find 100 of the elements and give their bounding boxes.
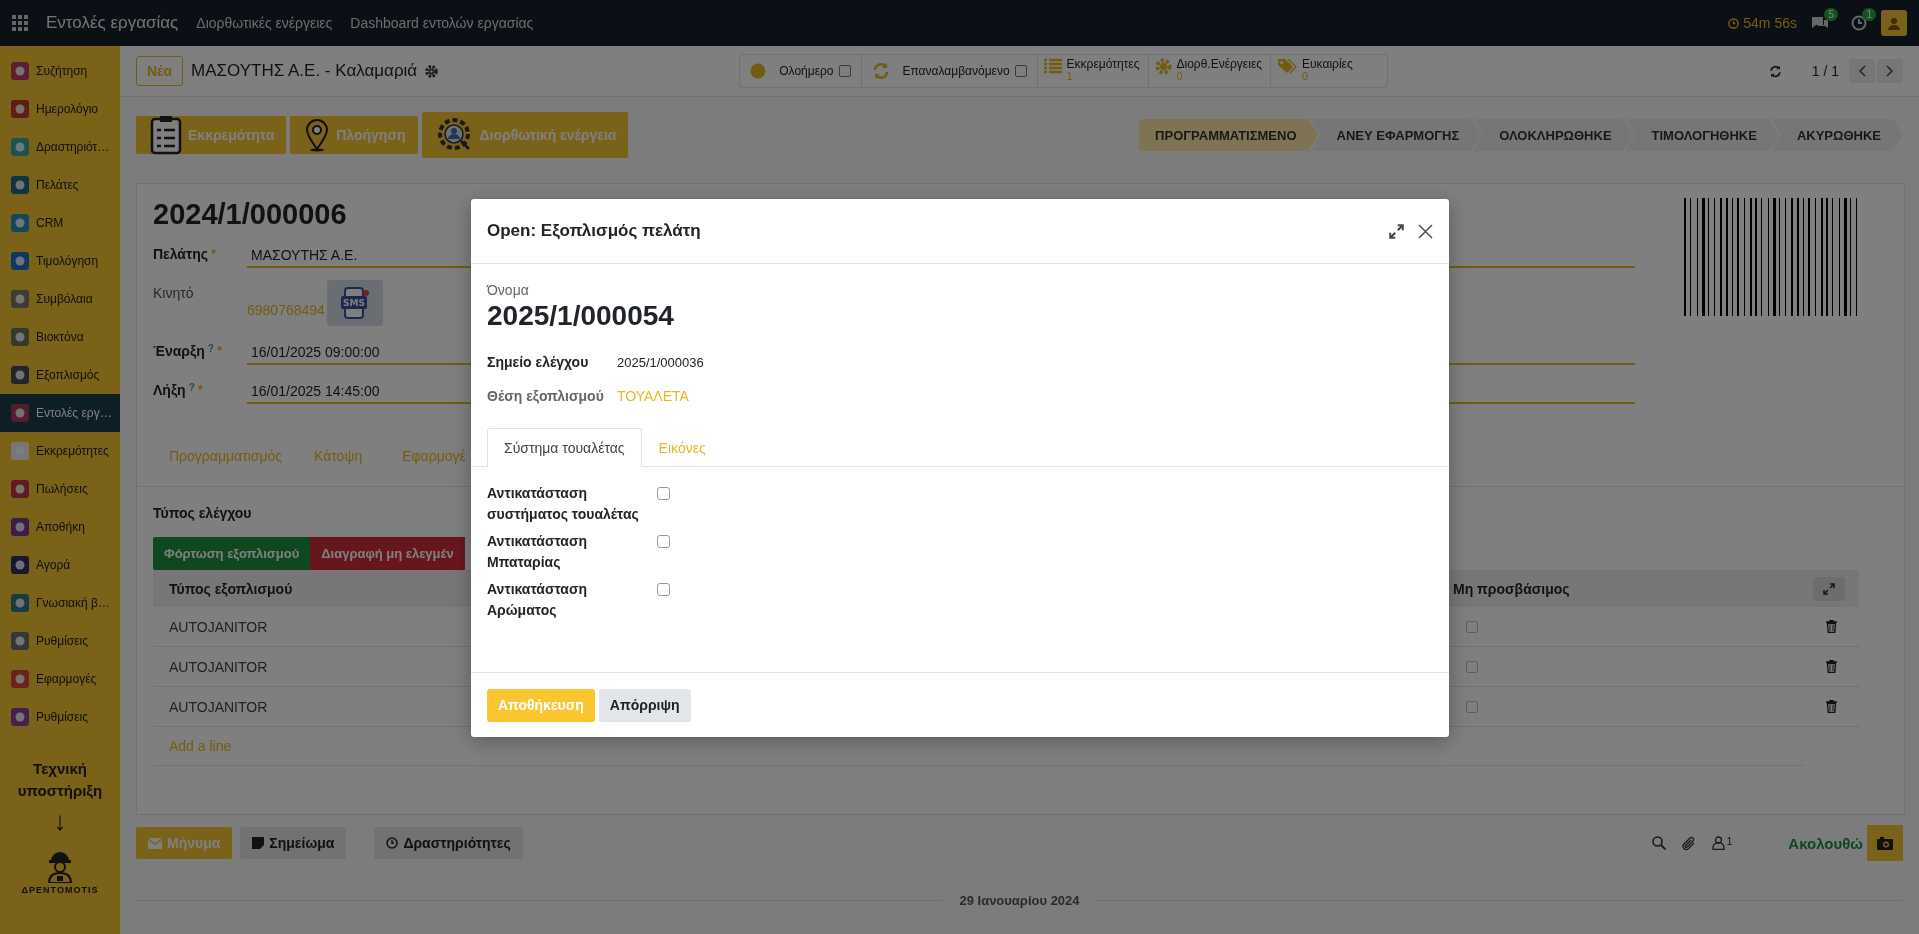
table-cell: AUTOJANITOR xyxy=(169,698,268,715)
apps-menu-icon[interactable] xyxy=(12,15,28,31)
sidebar-item[interactable]: Πωλήσεις xyxy=(0,470,120,508)
chat-icon[interactable] xyxy=(1811,15,1829,31)
envelope-icon xyxy=(148,837,162,849)
camera-button[interactable] xyxy=(1867,825,1903,861)
sidebar-item[interactable]: Συμβόλαια xyxy=(0,280,120,318)
settings-icon[interactable] xyxy=(425,64,439,78)
checkbox[interactable] xyxy=(657,487,670,500)
expand-button[interactable] xyxy=(1813,576,1845,601)
stat-button[interactable]: Εκκρεμότητες 1 xyxy=(1037,55,1149,87)
trash-icon[interactable] xyxy=(1826,660,1837,673)
circle-icon xyxy=(750,63,767,79)
field-label: Θέση εξοπλισμού xyxy=(487,388,605,404)
field-link[interactable]: ΤΟΥΑΛΕΤΑ xyxy=(617,388,689,404)
discard-button[interactable]: Απόρριψη xyxy=(598,688,691,722)
help-mark[interactable]: ? xyxy=(188,382,195,393)
sidebar-item[interactable]: Ρυθμίσεις xyxy=(0,622,120,660)
checkbox[interactable] xyxy=(657,583,670,596)
menu-link[interactable]: Διορθωτικές ενέργειες xyxy=(196,15,333,31)
app-title[interactable]: Εντολές εργασίας xyxy=(46,13,179,33)
app-icon xyxy=(10,441,30,461)
paperclip-icon[interactable] xyxy=(1681,835,1696,851)
field-label: Πελάτης xyxy=(153,246,209,262)
sms-phone-icon xyxy=(340,287,369,319)
app-icon xyxy=(10,707,30,727)
next-button[interactable] xyxy=(1877,59,1903,83)
app-icon xyxy=(10,99,30,119)
close-icon[interactable] xyxy=(1418,223,1433,239)
sidebar-item[interactable]: Γνωσιακή β… xyxy=(0,584,120,622)
checkbox[interactable] xyxy=(838,65,851,77)
message-count-badge: 5 xyxy=(1824,8,1838,21)
status-stage[interactable]: ΑΚΥΡΩΘΗΚΕ xyxy=(1770,119,1903,151)
menu-link[interactable]: Dashboard εντολών εργασίας xyxy=(350,15,534,31)
clock-icon[interactable] xyxy=(1851,15,1867,31)
list-icon xyxy=(1043,58,1062,74)
app-icon xyxy=(10,327,30,347)
sidebar-item[interactable]: Συζήτηση xyxy=(0,52,120,90)
status-stage[interactable]: ΑΝΕΥ ΕΦΑΡΜΟΓΗΣ xyxy=(1310,119,1482,151)
app-icon xyxy=(10,517,30,537)
toggle-stat-button[interactable]: Ολοήμερο xyxy=(740,55,862,87)
sidebar-item[interactable]: Εξοπλισμός xyxy=(0,356,120,394)
stat-button[interactable]: Ευκαιρίες 0 xyxy=(1271,55,1387,87)
field-label: Όνομα xyxy=(487,282,530,298)
chatter-button[interactable]: Σημείωμα xyxy=(240,827,347,859)
column-header[interactable]: Μη προσβάσιμος xyxy=(1453,580,1813,597)
status-stage[interactable]: ΟΛΟΚΛΗΡΩΘΗΚΕ xyxy=(1473,119,1634,151)
status-stage[interactable]: ΤΙΜΟΛΟΓΗΘΗΚΕ xyxy=(1625,119,1779,151)
field-value: 2025/1/000036 xyxy=(617,354,704,370)
sidebar-item[interactable]: Εκκρεμότητες xyxy=(0,432,120,470)
sidebar-item[interactable]: Αποθήκη xyxy=(0,508,120,546)
sidebar-item[interactable]: Εντολές εργ… xyxy=(0,394,120,432)
sidebar-item[interactable]: Τιμολόγηση xyxy=(0,242,120,280)
refresh-icon xyxy=(871,62,890,80)
required-mark: * xyxy=(216,343,222,358)
app-icon xyxy=(10,175,30,195)
status-stage[interactable]: ΠΡΟΓΡΑΜΜΑΤΙΣΜΕΝΟ xyxy=(1139,119,1319,151)
trash-icon[interactable] xyxy=(1826,700,1837,713)
dialog-tab[interactable]: Εικόνες xyxy=(641,428,723,467)
sidebar-item[interactable]: Δραστηριότ… xyxy=(0,128,120,166)
checkbox[interactable] xyxy=(1466,660,1478,673)
column-header[interactable]: Τύπος εξοπλισμού xyxy=(169,580,293,597)
map-pin-icon xyxy=(304,118,331,152)
pager-value[interactable]: 1 / 1 xyxy=(1811,63,1839,79)
checkbox[interactable] xyxy=(1466,620,1478,633)
chatter-button[interactable]: Δραστηριότητες xyxy=(374,827,523,859)
checkbox[interactable] xyxy=(657,535,670,548)
user-avatar[interactable] xyxy=(1881,10,1907,36)
chevron-left-icon xyxy=(1858,65,1866,77)
sms-button[interactable]: SMS xyxy=(326,280,383,326)
load-equipment-button[interactable]: Φόρτωση εξοπλισμού xyxy=(153,537,311,570)
app-icon xyxy=(10,631,30,651)
refresh-icon[interactable] xyxy=(1768,64,1782,78)
field-label: Έναρξη xyxy=(153,343,205,359)
support-title: Τεχνική υποστήριξη xyxy=(16,759,104,801)
checkbox[interactable] xyxy=(1014,65,1027,77)
checkbox[interactable] xyxy=(1466,700,1478,713)
stat-button[interactable]: Διορθ.Ενέργειες 0 xyxy=(1148,55,1272,87)
sidebar-item[interactable]: Βιοκτόνα xyxy=(0,318,120,356)
previous-button[interactable] xyxy=(1849,59,1875,83)
sidebar-item[interactable]: CRM xyxy=(0,204,120,242)
timer[interactable]: 54m 56s xyxy=(1728,15,1797,31)
sidebar-item[interactable]: Εφαρμογές xyxy=(0,660,120,698)
field-label: Λήξη xyxy=(153,382,186,398)
sidebar-item[interactable]: Ρυθμίσεις xyxy=(0,698,120,736)
sidebar-item[interactable]: Πελάτες xyxy=(0,166,120,204)
search-icon[interactable] xyxy=(1651,836,1666,850)
delete-button[interactable]: Διαγραφή μη ελεγμέν xyxy=(310,537,465,570)
chevron-right-icon xyxy=(1886,65,1894,77)
trash-icon[interactable] xyxy=(1826,620,1837,633)
toggle-stat-button[interactable]: Επαναλαμβανόμενο xyxy=(861,55,1038,87)
activity-count-badge: 1 xyxy=(1862,8,1876,21)
follow-button[interactable]: Ακολουθώ xyxy=(1788,834,1863,852)
sidebar-item[interactable]: Ημερολόγιο xyxy=(0,90,120,128)
sidebar-item[interactable]: Αγορά xyxy=(0,546,120,584)
dialog-tab[interactable]: Σύστημα τουαλέτας xyxy=(487,428,642,467)
dialog-title: Open: Εξοπλισμός πελάτη xyxy=(487,221,701,241)
help-mark[interactable]: ? xyxy=(207,343,214,354)
expand-icon[interactable] xyxy=(1389,223,1404,239)
user-icon[interactable] xyxy=(1711,836,1725,850)
